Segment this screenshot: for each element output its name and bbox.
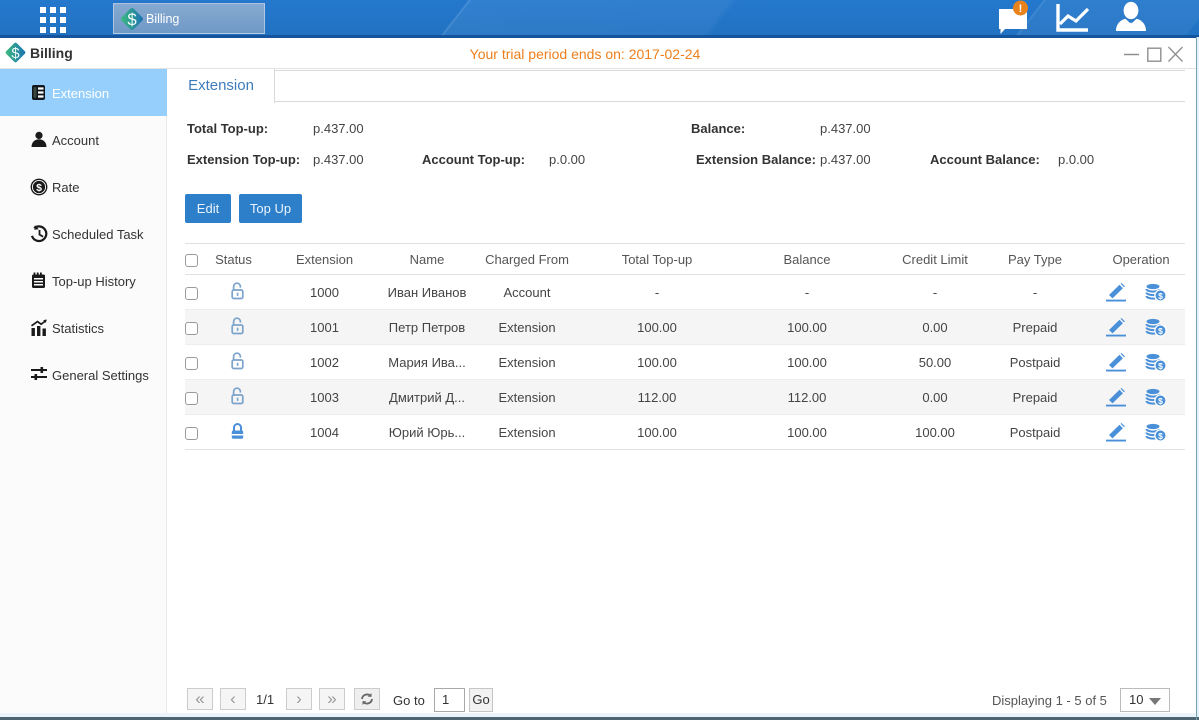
svg-text:!: ! (1019, 3, 1023, 15)
svg-text:$: $ (1158, 431, 1163, 441)
svg-text:$: $ (1158, 361, 1163, 371)
svg-text:$: $ (1158, 396, 1163, 406)
svg-text:$: $ (1158, 326, 1163, 336)
svg-text:$: $ (1158, 291, 1163, 301)
svg-text:$: $ (36, 182, 42, 194)
svg-text:$: $ (127, 10, 137, 29)
